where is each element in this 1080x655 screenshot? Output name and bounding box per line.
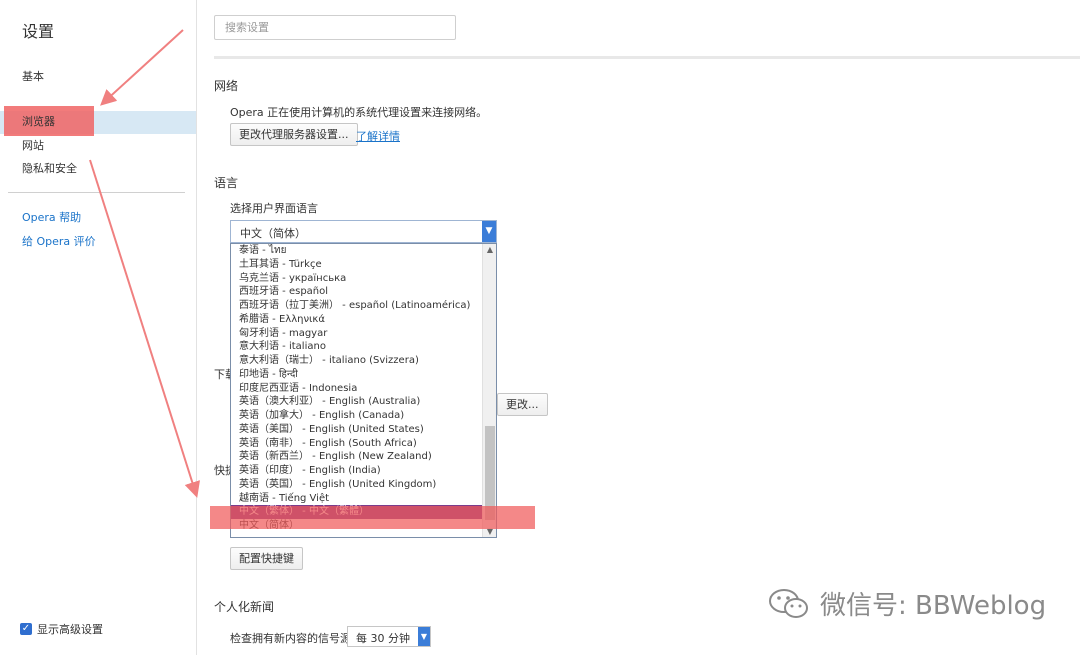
language-options: 泰语 - ไทย 土耳其语 - Türkçe 乌克兰语 - українська 西班…: [231, 244, 482, 533]
language-select[interactable]: 中文（简体） ▼: [230, 220, 497, 243]
language-option[interactable]: 希腊语 - Ελληνικά: [231, 313, 482, 327]
rate-opera-link[interactable]: 给 Opera 评价: [22, 233, 96, 249]
wechat-icon: [769, 588, 808, 618]
change-download-location-button[interactable]: 更改...: [497, 393, 548, 416]
language-option[interactable]: 西班牙语 - español: [231, 285, 482, 299]
language-option[interactable]: 英语（新西兰） - English (New Zealand): [231, 450, 482, 464]
language-select-label: 选择用户界面语言: [230, 202, 318, 215]
opera-help-link[interactable]: Opera 帮助: [22, 209, 81, 225]
dropdown-scrollbar[interactable]: ▲ ▼: [482, 244, 496, 537]
language-option[interactable]: 英语（加拿大） - English (Canada): [231, 409, 482, 423]
news-interval-select[interactable]: 每 30 分钟 ▼: [347, 626, 431, 647]
language-option[interactable]: 英语（澳大利亚） - English (Australia): [231, 395, 482, 409]
network-description: Opera 正在使用计算机的系统代理设置来连接网络。: [230, 106, 488, 119]
language-option[interactable]: 英语（印度） - English (India): [231, 464, 482, 478]
search-input[interactable]: [214, 15, 456, 40]
language-option[interactable]: 意大利语（瑞士） - italiano (Svizzera): [231, 354, 482, 368]
sidebar-divider: [8, 192, 185, 193]
sidebar: 设置 基本 浏览器 网站 隐私和安全 Opera 帮助 给 Opera 评价 ✓…: [0, 0, 197, 655]
sidebar-item-basic[interactable]: 基本: [0, 65, 196, 88]
language-select-value: 中文（简体）: [240, 227, 306, 240]
watermark-text: 微信号: BBWeblog: [820, 591, 1047, 621]
advanced-settings-toggle[interactable]: ✓ 显示高级设置: [20, 621, 103, 637]
chevron-down-icon[interactable]: ▼: [482, 221, 496, 242]
check-icon[interactable]: ✓: [20, 623, 32, 635]
language-option[interactable]: 乌克兰语 - українська: [231, 272, 482, 286]
highlight-annotation: [210, 506, 535, 529]
language-option[interactable]: 西班牙语（拉丁美洲） - español (Latinoamérica): [231, 299, 482, 313]
language-option[interactable]: 泰语 - ไทย: [231, 244, 482, 258]
main-content: 网络 Opera 正在使用计算机的系统代理设置来连接网络。 更改代理服务器设置.…: [197, 0, 1080, 655]
sidebar-item-websites[interactable]: 网站: [0, 134, 196, 157]
language-option[interactable]: 印地语 - हिन्दी: [231, 368, 482, 382]
language-option[interactable]: 匈牙利语 - magyar: [231, 327, 482, 341]
learn-more-link[interactable]: 了解详情: [356, 128, 400, 144]
language-option[interactable]: 意大利语 - italiano: [231, 340, 482, 354]
news-section-title: 个人化新闻: [214, 600, 275, 614]
sidebar-item-privacy[interactable]: 隐私和安全: [0, 157, 196, 180]
language-section-title: 语言: [214, 176, 239, 190]
language-option[interactable]: 英语（美国） - English (United States): [231, 423, 482, 437]
language-dropdown-list[interactable]: 泰语 - ไทย 土耳其语 - Türkçe 乌克兰语 - українська 西班…: [230, 243, 497, 538]
language-option[interactable]: 印度尼西亚语 - Indonesia: [231, 382, 482, 396]
news-check-label: 检查拥有新内容的信号源: [230, 632, 351, 645]
watermark: 微信号: BBWeblog: [768, 585, 1046, 622]
news-interval-value: 每 30 分钟: [356, 632, 410, 645]
sidebar-item-browser[interactable]: 浏览器: [22, 112, 55, 132]
configure-shortcuts-button[interactable]: 配置快捷键: [230, 547, 303, 570]
header-divider: [214, 56, 1080, 59]
change-proxy-button[interactable]: 更改代理服务器设置...: [230, 123, 358, 146]
language-option[interactable]: 英语（英国） - English (United Kingdom): [231, 478, 482, 492]
settings-title: 设置: [22, 22, 55, 41]
chevron-down-icon[interactable]: ▼: [418, 627, 430, 646]
language-option[interactable]: 英语（南非） - English (South Africa): [231, 437, 482, 451]
advanced-settings-label: 显示高级设置: [37, 623, 103, 636]
language-option[interactable]: 越南语 - Tiếng Việt: [231, 492, 482, 506]
network-section-title: 网络: [214, 79, 239, 93]
language-option[interactable]: 土耳其语 - Türkçe: [231, 258, 482, 272]
scroll-up-icon[interactable]: ▲: [483, 245, 496, 254]
